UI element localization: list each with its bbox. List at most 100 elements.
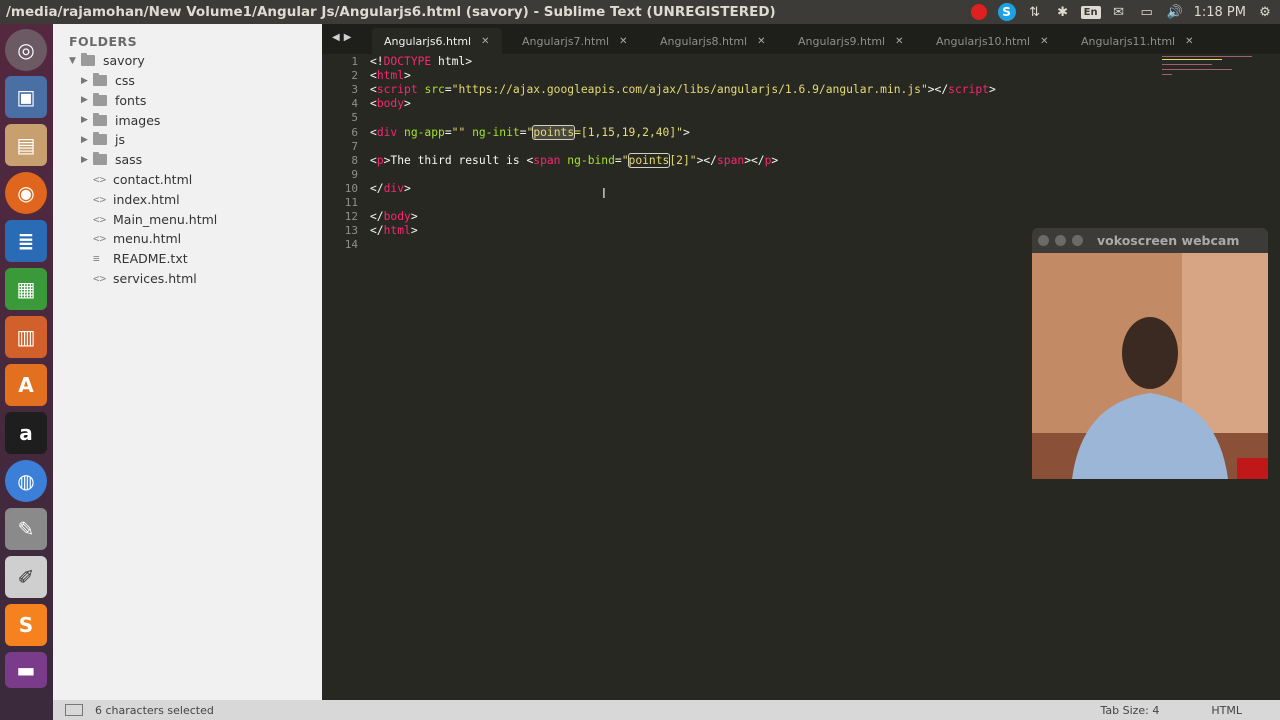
file-icon: <> (93, 173, 107, 186)
close-icon[interactable] (1038, 235, 1049, 246)
volume-icon[interactable]: 🔊 (1166, 3, 1184, 21)
settings-icon[interactable]: ✎ (5, 508, 47, 550)
sublime-text-icon[interactable]: S (5, 604, 47, 646)
keyboard-layout-icon[interactable]: En (1080, 3, 1101, 21)
libreoffice-calc-icon[interactable]: ▦ (5, 268, 47, 310)
panel-toggle-icon[interactable] (65, 704, 83, 716)
network-icon[interactable]: ⇅ (1026, 3, 1044, 21)
file-item[interactable]: <> services.html (93, 269, 197, 288)
line-number: 8 (351, 153, 358, 167)
file-label: README.txt (113, 251, 188, 267)
tab-label: Angularjs8.html (660, 34, 748, 48)
file-item[interactable]: <> contact.html (93, 170, 192, 189)
file-label: index.html (113, 191, 180, 207)
chromium-icon[interactable]: ◍ (5, 460, 47, 502)
folder-icon (93, 92, 107, 106)
file-icon: ≡ (93, 252, 100, 266)
code-token: ng-init (472, 125, 520, 139)
tab-angularjs11-html[interactable]: Angularjs11.html ✕ (1069, 28, 1206, 54)
libreoffice-writer-icon[interactable]: ≣ (5, 220, 47, 262)
file-item[interactable]: <> index.html (93, 190, 180, 209)
code-token: < (370, 83, 377, 97)
folder-item-css[interactable]: ▶ css (81, 71, 135, 90)
close-icon[interactable]: ✕ (895, 36, 903, 47)
code-line[interactable]: <!DOCTYPE html> (370, 55, 472, 69)
files-icon[interactable]: ▤ (5, 124, 47, 166)
settings-icon[interactable]: ⚙ (1256, 3, 1274, 21)
folder-label: images (115, 112, 161, 128)
person-silhouette (1032, 253, 1268, 479)
webcam-feed (1032, 253, 1268, 479)
sidebar: FOLDERS ▼ savory ▶ css ▶ fonts ▶ images ▶ js ▶ sa… (53, 24, 322, 700)
webcam-titlebar[interactable]: vokoscreen webcam (1032, 228, 1268, 253)
tab-label: Angularjs10.html (936, 34, 1031, 48)
code-token: </ (370, 210, 384, 224)
close-icon[interactable]: ✕ (757, 36, 765, 47)
scrollbar[interactable] (1268, 54, 1280, 700)
close-icon[interactable]: ✕ (481, 36, 489, 47)
tab-angularjs7-html[interactable]: Angularjs7.html ✕ (510, 28, 640, 54)
folder-item-fonts[interactable]: ▶ fonts (81, 91, 146, 110)
bluetooth-icon[interactable]: ✱ (1054, 3, 1072, 21)
code-line[interactable]: </body> (370, 210, 418, 224)
chevron-right-icon: ▶ (81, 75, 88, 86)
tab-nav-arrows-icon[interactable]: ◀▶ (332, 32, 355, 43)
folder-icon (93, 112, 107, 126)
code-line[interactable]: <html> (370, 69, 411, 83)
line-number: 6 (351, 125, 358, 139)
firefox-icon[interactable]: ◉ (5, 172, 47, 214)
amazon-icon[interactable]: a (5, 412, 47, 454)
record-icon[interactable] (970, 3, 988, 21)
libreoffice-impress-icon[interactable]: ▥ (5, 316, 47, 358)
code-token: > (410, 224, 418, 238)
code-line[interactable]: </div> (370, 182, 411, 196)
minimap[interactable] (1160, 56, 1260, 80)
code-token: span (533, 153, 561, 167)
file-icon: <> (93, 272, 107, 285)
tab-angularjs8-html[interactable]: Angularjs8.html ✕ (648, 28, 778, 54)
maximize-icon[interactable] (1072, 235, 1083, 246)
battery-icon[interactable]: ▭ (1138, 3, 1156, 21)
tab-angularjs6-html[interactable]: Angularjs6.html ✕ (372, 28, 502, 54)
code-line[interactable]: <p>The third result is <span ng-bind="po… (370, 152, 778, 168)
text-editor-icon[interactable]: ✐ (5, 556, 47, 598)
system-settings-icon[interactable]: ▣ (5, 76, 47, 118)
folder-item-images[interactable]: ▶ images (81, 111, 160, 130)
folder-icon (81, 53, 95, 66)
clock[interactable]: 1:18 PM (1194, 5, 1246, 20)
line-number: 9 (351, 167, 358, 181)
tab-size-status[interactable]: Tab Size: 4 (1100, 704, 1159, 717)
ubuntu-dash-icon[interactable]: ◎ (5, 29, 47, 71)
minimize-icon[interactable] (1055, 235, 1066, 246)
code-line[interactable]: <div ng-app="" ng-init="points=[1,15,19,… (370, 124, 690, 140)
line-number: 5 (351, 111, 358, 125)
software-center-icon[interactable]: A (5, 364, 47, 406)
code-token: >The third result is < (383, 153, 534, 167)
webcam-window[interactable]: vokoscreen webcam (1032, 228, 1268, 479)
chevron-down-icon: ▼ (69, 55, 76, 66)
code-token: div (376, 125, 398, 139)
mail-icon[interactable]: ✉ (1110, 3, 1128, 21)
close-icon[interactable]: ✕ (1185, 36, 1193, 47)
line-number: 10 (344, 181, 358, 195)
close-icon[interactable]: ✕ (1040, 36, 1048, 47)
top-panel: /media/rajamohan/New Volume1/Angular Js/… (0, 0, 1280, 24)
file-item[interactable]: <> menu.html (93, 229, 181, 248)
close-icon[interactable]: ✕ (619, 36, 627, 47)
folder-item-sass[interactable]: ▶ sass (81, 150, 142, 169)
code-token: html (376, 69, 405, 83)
code-line[interactable]: </html> (370, 224, 418, 238)
syntax-status[interactable]: HTML (1211, 704, 1242, 717)
tab-angularjs10-html[interactable]: Angularjs10.html ✕ (924, 28, 1061, 54)
file-item[interactable]: ≡ README.txt (93, 249, 188, 268)
tab-angularjs9-html[interactable]: Angularjs9.html ✕ (786, 28, 916, 54)
skype-icon[interactable]: S (997, 3, 1016, 21)
file-label: menu.html (113, 231, 182, 247)
code-token: </ (370, 224, 384, 238)
code-line[interactable]: <script src="https://ajax.googleapis.com… (370, 83, 996, 97)
root-folder[interactable]: ▼ savory (69, 51, 145, 70)
code-line[interactable]: <body> (370, 97, 411, 111)
trash-icon[interactable]: ▬ (5, 652, 47, 688)
file-item[interactable]: <> Main_menu.html (93, 210, 217, 229)
folder-item-js[interactable]: ▶ js (81, 130, 125, 149)
